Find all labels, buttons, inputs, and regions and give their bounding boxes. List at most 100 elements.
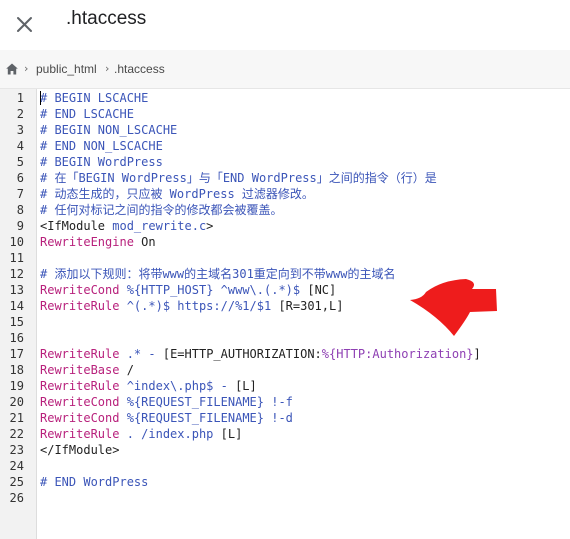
line-number: 5 bbox=[16, 155, 24, 169]
code-text[interactable]: # END LSCACHE bbox=[40, 106, 134, 122]
code-token: . /index.php bbox=[119, 427, 221, 441]
code-line[interactable]: 23 </IfModule> bbox=[0, 442, 570, 458]
code-line[interactable]: 26 bbox=[0, 490, 570, 506]
code-token: # END NON_LSCACHE bbox=[40, 139, 163, 153]
code-token: %{REQUEST_FILENAME} bbox=[126, 411, 264, 425]
code-token: [E=HTTP_AUTHORIZATION: bbox=[162, 347, 322, 361]
code-token: </IfModule> bbox=[40, 443, 120, 457]
code-text[interactable]: RewriteRule .* - [E=HTTP_AUTHORIZATION:%… bbox=[40, 346, 481, 362]
line-number: 9 bbox=[16, 219, 24, 233]
code-text[interactable]: RewriteRule ^(.*)$ https://%1/$1 [R=301,… bbox=[40, 298, 343, 314]
code-line[interactable]: 2 # END LSCACHE bbox=[0, 106, 570, 122]
code-line[interactable]: 24 bbox=[0, 458, 570, 474]
code-token: %{REQUEST_FILENAME} bbox=[126, 395, 264, 409]
line-number: 6 bbox=[16, 171, 24, 185]
code-token: ^index\.php$ - bbox=[119, 379, 236, 393]
code-text[interactable]: # BEGIN LSCACHE bbox=[40, 90, 148, 106]
code-line[interactable]: 10 RewriteEngine On bbox=[0, 234, 570, 250]
code-text[interactable]: RewriteCond %{REQUEST_FILENAME} !-d bbox=[40, 410, 293, 426]
code-token: RewriteRule bbox=[40, 299, 120, 313]
code-text[interactable]: # 添加以下规则：将带www的主域名301重定向到不带www的主域名 bbox=[40, 266, 395, 282]
code-text[interactable]: # 任何对标记之间的指令的修改都会被覆盖。 bbox=[40, 202, 282, 218]
code-line[interactable]: 17 RewriteRule .* - [E=HTTP_AUTHORIZATION… bbox=[0, 346, 570, 362]
code-text[interactable]: # END NON_LSCACHE bbox=[40, 138, 163, 154]
code-line[interactable]: 8 # 任何对标记之间的指令的修改都会被覆盖。 bbox=[0, 202, 570, 218]
chevron-right-icon: › bbox=[105, 62, 110, 75]
close-button[interactable] bbox=[6, 6, 42, 42]
code-token: !-f bbox=[264, 395, 293, 409]
code-line[interactable]: 4 # END NON_LSCACHE bbox=[0, 138, 570, 154]
breadcrumb-home[interactable] bbox=[5, 62, 19, 76]
code-text[interactable]: RewriteEngine On bbox=[40, 234, 156, 250]
code-text[interactable]: </IfModule> bbox=[40, 442, 119, 458]
code-line[interactable]: 3 # BEGIN NON_LSCACHE bbox=[0, 122, 570, 138]
code-token: ^(.*)$ https://%1/$1 bbox=[119, 299, 279, 313]
code-text[interactable]: RewriteCond %{REQUEST_FILENAME} !-f bbox=[40, 394, 293, 410]
code-line[interactable]: 20 RewriteCond %{REQUEST_FILENAME} !-f bbox=[0, 394, 570, 410]
line-number: 10 bbox=[9, 235, 24, 249]
code-token: On bbox=[133, 235, 156, 249]
code-token: RewriteBase bbox=[40, 363, 120, 377]
code-line[interactable]: 5 # BEGIN WordPress bbox=[0, 154, 570, 170]
line-number: 7 bbox=[16, 187, 24, 201]
code-text[interactable]: # 动态生成的，只应被 WordPress 过滤器修改。 bbox=[40, 186, 314, 202]
line-number: 25 bbox=[9, 475, 24, 489]
code-text[interactable]: <IfModule mod_rewrite.c> bbox=[40, 218, 213, 234]
line-number: 14 bbox=[9, 299, 24, 313]
code-line[interactable]: 11 bbox=[0, 250, 570, 266]
line-number: 4 bbox=[16, 139, 24, 153]
code-line[interactable]: 19 RewriteRule ^index\.php$ - [L] bbox=[0, 378, 570, 394]
line-number: 2 bbox=[16, 107, 24, 121]
breadcrumb-item-public-html[interactable]: public_html bbox=[36, 61, 97, 77]
breadcrumb-item-htaccess: .htaccess bbox=[114, 62, 165, 76]
code-line[interactable]: 21 RewriteCond %{REQUEST_FILENAME} !-d bbox=[0, 410, 570, 426]
code-token: <IfModule bbox=[40, 219, 113, 233]
code-token: RewriteCond bbox=[40, 411, 120, 425]
line-number: 22 bbox=[9, 427, 24, 441]
line-number: 1 bbox=[16, 91, 24, 105]
code-text[interactable]: # 在「BEGIN WordPress」与「END WordPress」之间的指… bbox=[40, 170, 437, 186]
code-token: # END LSCACHE bbox=[40, 107, 134, 121]
code-token: RewriteCond bbox=[40, 395, 120, 409]
code-token: / bbox=[119, 363, 134, 377]
code-token: # 在「BEGIN WordPress」与「END WordPress」之间的指… bbox=[40, 171, 437, 185]
line-number: 17 bbox=[9, 347, 24, 361]
code-token: %{HTTP_HOST} bbox=[126, 283, 214, 297]
code-text[interactable]: # BEGIN WordPress bbox=[40, 154, 163, 170]
code-text[interactable]: # BEGIN NON_LSCACHE bbox=[40, 122, 177, 138]
line-number: 15 bbox=[9, 315, 24, 329]
code-line[interactable]: 22 RewriteRule . /index.php [L] bbox=[0, 426, 570, 442]
code-text[interactable]: RewriteRule . /index.php [L] bbox=[40, 426, 242, 442]
code-token: RewriteRule bbox=[40, 379, 120, 393]
line-number: 19 bbox=[9, 379, 24, 393]
line-number: 12 bbox=[9, 267, 24, 281]
code-token: %{HTTP:Authorization} bbox=[321, 347, 474, 361]
code-token: [NC] bbox=[307, 283, 337, 297]
code-line[interactable]: 1 # BEGIN LSCACHE bbox=[0, 90, 570, 106]
line-number: 3 bbox=[16, 123, 24, 137]
code-line[interactable]: 7 # 动态生成的，只应被 WordPress 过滤器修改。 bbox=[0, 186, 570, 202]
code-text[interactable]: # END WordPress bbox=[40, 474, 148, 490]
code-line[interactable]: 9 <IfModule mod_rewrite.c> bbox=[0, 218, 570, 234]
code-text[interactable]: RewriteCond %{HTTP_HOST} ^www\.(.*)$ [NC… bbox=[40, 282, 336, 298]
chevron-right-icon: › bbox=[24, 62, 29, 75]
line-number: 16 bbox=[9, 331, 24, 345]
code-text[interactable]: RewriteRule ^index\.php$ - [L] bbox=[40, 378, 257, 394]
code-text[interactable]: RewriteBase / bbox=[40, 362, 134, 378]
code-token: # BEGIN LSCACHE bbox=[40, 91, 149, 105]
code-line[interactable]: 18 RewriteBase / bbox=[0, 362, 570, 378]
breadcrumb: › public_html › .htaccess bbox=[0, 50, 570, 89]
code-line[interactable]: 25 # END WordPress bbox=[0, 474, 570, 490]
code-token: [L] bbox=[235, 379, 257, 393]
code-token: RewriteRule bbox=[40, 347, 120, 361]
code-token: # BEGIN NON_LSCACHE bbox=[40, 123, 178, 137]
file-title: .htaccess bbox=[66, 8, 147, 29]
text-cursor bbox=[40, 91, 41, 105]
code-token: [R=301,L] bbox=[278, 299, 344, 313]
code-token: [L] bbox=[220, 427, 243, 441]
line-number: 18 bbox=[9, 363, 24, 377]
code-token: ] bbox=[473, 347, 481, 361]
code-line[interactable]: 6 # 在「BEGIN WordPress」与「END WordPress」之间的… bbox=[0, 170, 570, 186]
code-token: # END WordPress bbox=[40, 475, 149, 489]
line-number: 21 bbox=[9, 411, 24, 425]
